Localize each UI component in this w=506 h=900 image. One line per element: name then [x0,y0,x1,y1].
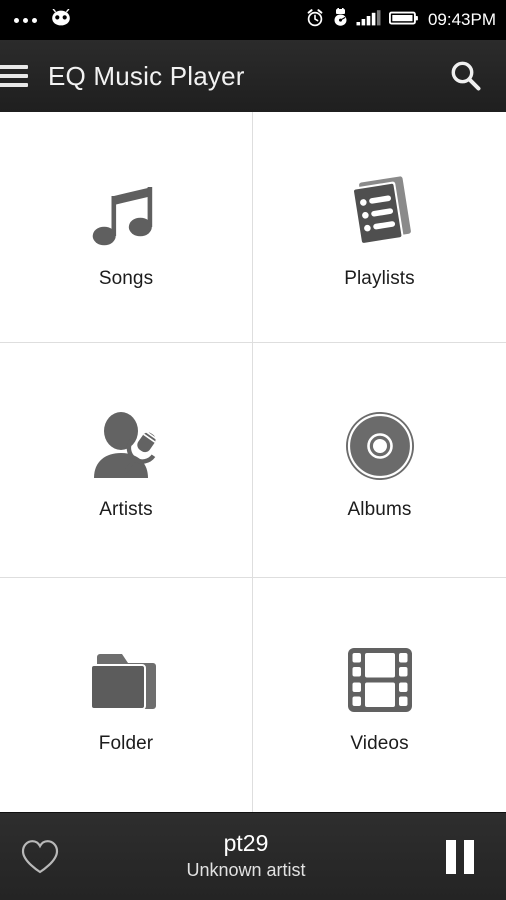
usb-debug-icon [332,7,349,33]
grid-item-albums[interactable]: Albums [253,343,506,578]
grid-item-videos[interactable]: Videos [253,578,506,812]
grid-item-playlists[interactable]: Playlists [253,112,506,343]
grid-item-label: Albums [347,499,412,520]
music-note-icon [89,172,163,258]
library-grid: Songs Playlists Artists Albums Folder Vi… [0,112,506,812]
status-bar-right: 09:43PM [305,7,496,33]
now-playing-artist: Unknown artist [186,860,306,881]
grid-item-songs[interactable]: Songs [0,112,253,343]
alarm-clock-icon [305,8,325,33]
artist-microphone-icon [85,403,167,489]
battery-icon [388,9,419,32]
status-bar: 09:43PM [0,0,506,40]
folder-icon [86,637,166,723]
grid-item-artists[interactable]: Artists [0,343,253,578]
pause-bar-right [464,839,474,874]
signal-bars-icon [356,8,382,33]
now-playing-title: pt29 [223,830,269,857]
more-dots-icon [14,17,37,23]
heart-outline-icon[interactable] [14,838,66,876]
grid-item-folder[interactable]: Folder [0,578,253,812]
film-strip-icon [343,637,417,723]
search-icon[interactable] [442,53,488,99]
grid-item-label: Playlists [344,268,415,289]
hamburger-menu-icon[interactable] [0,40,38,112]
grid-item-label: Artists [99,499,153,520]
status-bar-left [14,8,73,32]
status-clock: 09:43PM [427,10,496,29]
now-playing-meta[interactable]: pt29 Unknown artist [60,831,432,881]
playlist-documents-icon [338,172,422,258]
android-robot-icon [49,8,73,32]
pause-bar-left [446,839,456,874]
grid-item-label: Songs [98,268,154,289]
music-player-app: 09:43PM EQ Music Player Songs Playlists … [0,0,506,900]
now-playing-bar: pt29 Unknown artist [0,812,506,900]
compact-disc-icon [344,403,416,489]
grid-item-label: Videos [350,733,409,754]
grid-item-label: Folder [98,733,154,754]
pause-icon[interactable] [432,839,488,874]
action-bar: EQ Music Player [0,40,506,112]
page-title: EQ Music Player [48,60,245,91]
